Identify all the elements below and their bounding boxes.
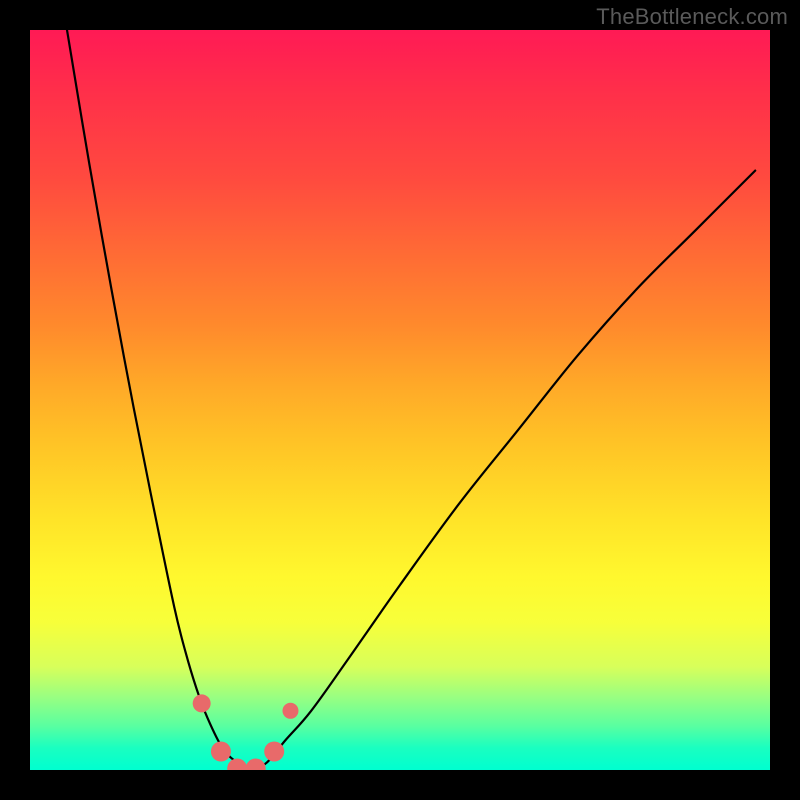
data-markers bbox=[193, 694, 299, 770]
chart-frame: TheBottleneck.com bbox=[0, 0, 800, 800]
left-curve bbox=[67, 30, 252, 770]
watermark-text: TheBottleneck.com bbox=[596, 4, 788, 30]
plot-svg bbox=[30, 30, 770, 770]
plot-area bbox=[30, 30, 770, 770]
right-curve bbox=[252, 171, 755, 770]
